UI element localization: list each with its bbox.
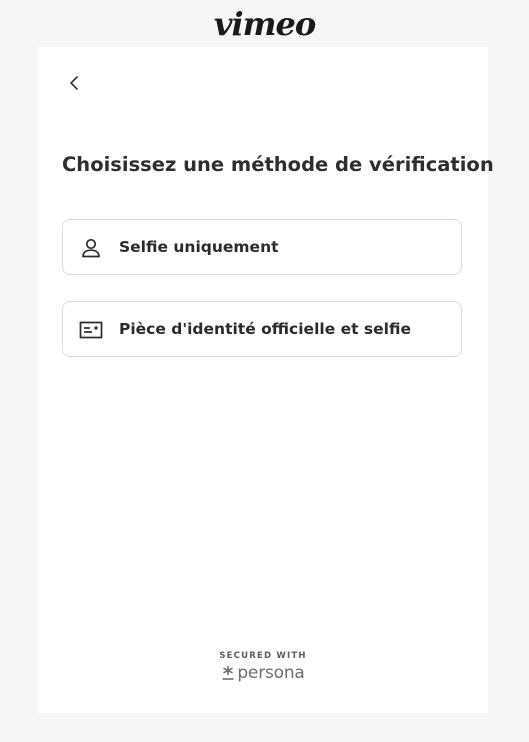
- id-card-icon: [79, 318, 103, 342]
- secured-with-footer: SECURED WITH persona: [38, 651, 488, 686]
- verification-card: Choisissez une méthode de vérification S…: [38, 47, 494, 713]
- persona-logo: persona: [221, 663, 305, 683]
- option-label: Selfie uniquement: [119, 238, 279, 256]
- option-id-and-selfie[interactable]: Pièce d'identité officielle et selfie: [62, 301, 462, 357]
- vimeo-logo: vimeo: [213, 5, 316, 43]
- secured-with-text: SECURED WITH: [219, 651, 307, 661]
- option-label: Pièce d'identité officielle et selfie: [119, 320, 411, 338]
- persona-wordmark: persona: [237, 663, 305, 683]
- option-selfie-only[interactable]: Selfie uniquement: [62, 219, 462, 275]
- back-button[interactable]: [62, 71, 86, 95]
- person-icon: [79, 236, 103, 260]
- persona-logo-icon: [222, 666, 234, 680]
- page-title: Choisissez une méthode de vérification: [62, 153, 494, 176]
- chevron-left-icon: [70, 76, 78, 90]
